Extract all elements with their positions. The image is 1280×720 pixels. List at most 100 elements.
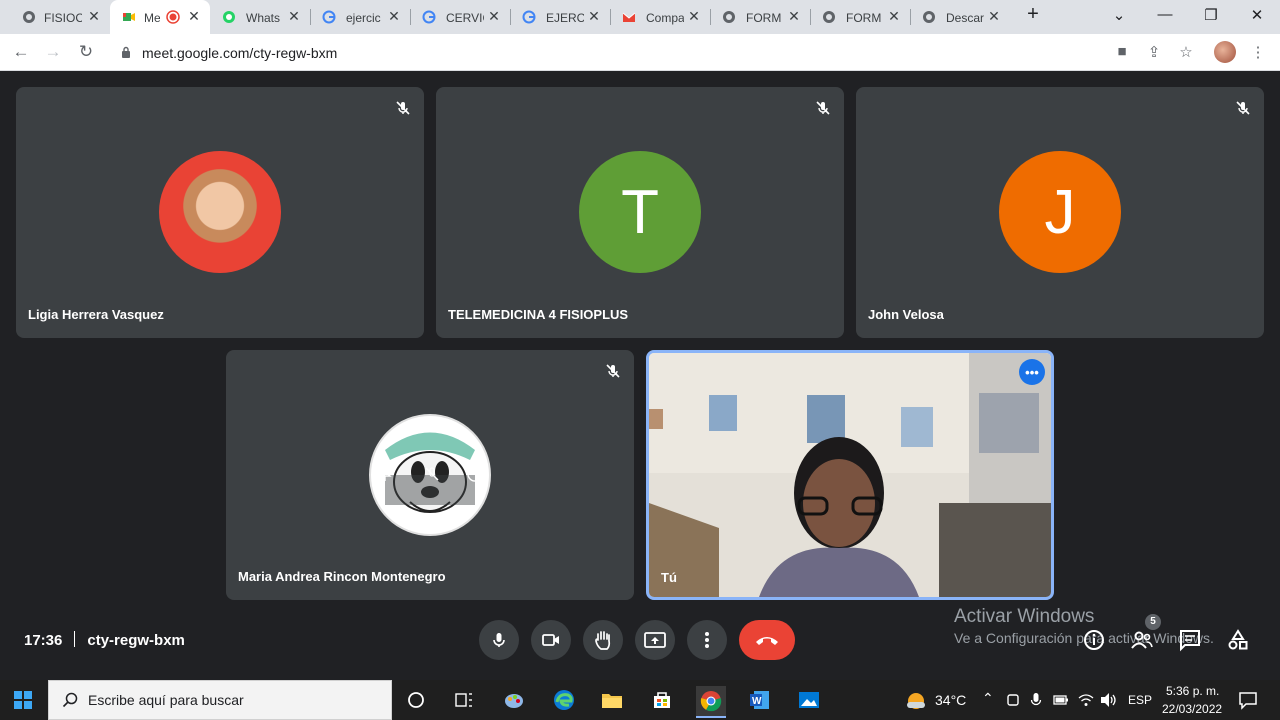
close-tab-icon[interactable]: ✕ bbox=[286, 8, 302, 25]
weather-icon[interactable] bbox=[905, 690, 927, 710]
participant-name: TELEMEDICINA 4 FISIOPLUS bbox=[448, 307, 629, 322]
language-indicator[interactable]: ESP bbox=[1128, 693, 1152, 707]
globe-icon bbox=[723, 11, 735, 23]
profile-avatar[interactable] bbox=[1214, 41, 1236, 63]
more-vertical-icon bbox=[705, 632, 709, 648]
task-view-icon[interactable] bbox=[450, 686, 478, 714]
volume-icon[interactable] bbox=[1100, 692, 1118, 708]
new-tab-icon[interactable]: + bbox=[1018, 3, 1048, 26]
tab-label: EJERCI bbox=[546, 11, 584, 25]
minimize-icon[interactable]: — bbox=[1150, 6, 1180, 23]
svg-text:W: W bbox=[752, 696, 762, 707]
participant-initial-avatar: J bbox=[999, 151, 1121, 273]
people-icon[interactable] bbox=[1130, 628, 1154, 652]
close-window-icon[interactable]: ✕ bbox=[1242, 6, 1272, 24]
tab-label: Compa bbox=[646, 11, 684, 25]
tab-ejerci[interactable]: EJERCI ✕ bbox=[510, 0, 610, 34]
forward-icon[interactable]: → bbox=[42, 42, 64, 62]
raise-hand-button[interactable] bbox=[583, 620, 623, 660]
present-screen-button[interactable] bbox=[635, 620, 675, 660]
mic-off-icon bbox=[816, 101, 830, 115]
show-hidden-icons-chevron-icon[interactable]: ⌃ bbox=[982, 690, 994, 707]
participant-tile[interactable]: J John Velosa bbox=[856, 87, 1264, 338]
browser-menu-icon[interactable]: ⋮ bbox=[1248, 43, 1268, 61]
mic-off-icon bbox=[1236, 101, 1250, 115]
activities-icon[interactable] bbox=[1226, 628, 1250, 652]
meeting-info-icon[interactable] bbox=[1082, 628, 1106, 652]
chrome-icon[interactable] bbox=[696, 686, 726, 718]
recording-icon bbox=[166, 10, 180, 24]
close-tab-icon[interactable]: ✕ bbox=[786, 8, 802, 25]
battery-icon[interactable] bbox=[1053, 694, 1069, 706]
present-screen-icon bbox=[644, 632, 666, 648]
close-tab-icon[interactable]: ✕ bbox=[686, 8, 702, 25]
watermark-title: Activar Windows bbox=[954, 606, 1095, 627]
bookmark-star-icon[interactable]: ☆ bbox=[1176, 43, 1196, 61]
close-tab-icon[interactable]: ✕ bbox=[86, 8, 102, 25]
photos-icon[interactable] bbox=[795, 686, 823, 714]
url-field[interactable]: meet.google.com/cty-regw-bxm bbox=[142, 45, 337, 61]
camera-button[interactable] bbox=[531, 620, 571, 660]
cortana-icon[interactable] bbox=[402, 686, 430, 714]
participant-tile[interactable]: T TELEMEDICINA 4 FISIOPLUS bbox=[436, 87, 844, 338]
paint-3d-icon[interactable] bbox=[500, 686, 528, 714]
tab-label: CERVIC bbox=[446, 11, 484, 25]
clock-time[interactable]: 5:36 p. m. bbox=[1166, 684, 1219, 698]
self-camera-feed bbox=[649, 353, 1051, 597]
camera-permission-icon[interactable]: ■ bbox=[1112, 43, 1132, 61]
tab-label: Whats bbox=[246, 11, 281, 25]
windows-start-icon[interactable] bbox=[14, 691, 32, 709]
tab-gmail[interactable]: Compa ✕ bbox=[610, 0, 710, 34]
microphone-button[interactable] bbox=[479, 620, 519, 660]
remove-participant-icon[interactable] bbox=[466, 465, 484, 483]
more-options-icon[interactable]: ••• bbox=[1019, 359, 1045, 385]
google-icon bbox=[322, 10, 336, 24]
close-tab-icon[interactable]: ✕ bbox=[386, 8, 402, 25]
close-tab-icon[interactable]: ✕ bbox=[886, 8, 902, 25]
reload-icon[interactable]: ↻ bbox=[75, 42, 97, 62]
microsoft-store-icon[interactable] bbox=[648, 686, 676, 714]
close-tab-icon[interactable]: ✕ bbox=[586, 8, 602, 25]
close-tab-icon[interactable]: ✕ bbox=[486, 8, 502, 25]
tab-search-icon[interactable]: ⌄ bbox=[1104, 6, 1134, 24]
tab-meet[interactable]: Me ✕ bbox=[110, 0, 210, 34]
share-icon[interactable]: ⇪ bbox=[1144, 43, 1164, 61]
mic-off-icon bbox=[396, 101, 410, 115]
tab-cervic[interactable]: CERVIC ✕ bbox=[410, 0, 510, 34]
self-video-tile[interactable]: ••• Tú bbox=[646, 350, 1054, 600]
tab-form-2[interactable]: FORM ✕ bbox=[810, 0, 910, 34]
word-icon[interactable]: W bbox=[746, 686, 774, 714]
tab-descar[interactable]: Descar ✕ bbox=[910, 0, 1010, 34]
temperature[interactable]: 34°C bbox=[935, 692, 966, 708]
close-tab-icon[interactable]: ✕ bbox=[986, 8, 1002, 25]
participant-tile[interactable]: Ligia Herrera Vasquez bbox=[16, 87, 424, 338]
chat-icon[interactable] bbox=[1178, 628, 1202, 652]
divider bbox=[74, 631, 76, 647]
tab-label: ejercic bbox=[346, 11, 381, 25]
mute-participant-icon[interactable] bbox=[423, 465, 441, 483]
tab-whatsapp[interactable]: Whats ✕ bbox=[210, 0, 310, 34]
edge-icon[interactable] bbox=[550, 686, 578, 714]
more-options-button[interactable] bbox=[687, 620, 727, 660]
tab-fisioc[interactable]: FISIOC ✕ bbox=[0, 0, 110, 34]
gmail-icon bbox=[622, 12, 636, 22]
lock-icon[interactable] bbox=[121, 46, 131, 58]
tab-form-1[interactable]: FORM ✕ bbox=[710, 0, 810, 34]
clock-date[interactable]: 22/03/2022 bbox=[1162, 702, 1222, 716]
search-placeholder[interactable]: Escribe aquí para buscar bbox=[88, 692, 244, 708]
meeting-code[interactable]: cty-regw-bxm bbox=[87, 632, 185, 649]
participant-initial-avatar: T bbox=[579, 151, 701, 273]
microphone-in-use-icon[interactable] bbox=[1030, 692, 1042, 708]
back-icon[interactable]: ← bbox=[10, 42, 32, 62]
pin-icon[interactable] bbox=[376, 465, 394, 483]
restore-icon[interactable]: ❐ bbox=[1196, 6, 1226, 24]
participant-tile[interactable]: Maria Andrea Rincon Montenegro bbox=[226, 350, 634, 600]
close-tab-icon[interactable]: ✕ bbox=[186, 8, 202, 25]
whatsapp-icon bbox=[223, 11, 235, 23]
meet-status-icon[interactable] bbox=[1006, 692, 1020, 708]
file-explorer-icon[interactable] bbox=[598, 686, 626, 714]
tab-ejercic[interactable]: ejercic ✕ bbox=[310, 0, 410, 34]
notifications-icon[interactable] bbox=[1238, 690, 1258, 710]
leave-call-button[interactable] bbox=[739, 620, 795, 660]
wifi-icon[interactable] bbox=[1078, 692, 1094, 708]
